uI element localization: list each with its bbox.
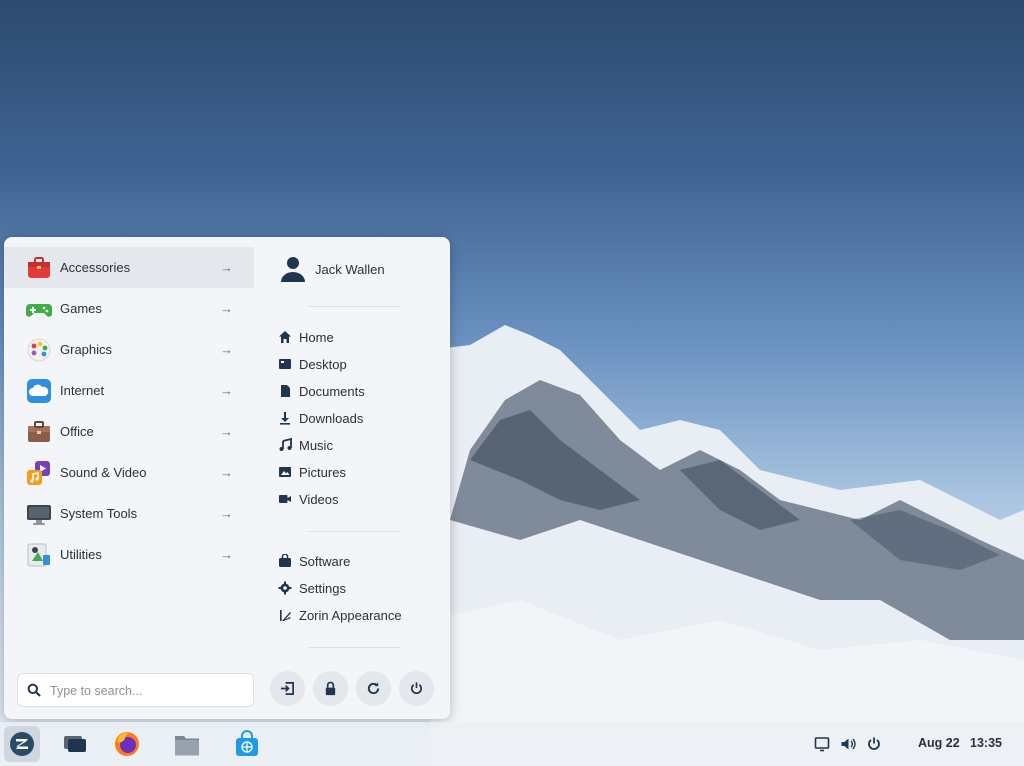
lock-icon: [325, 681, 336, 696]
zorin-menu-icon: [10, 732, 34, 756]
system-software[interactable]: Software: [278, 551, 350, 571]
lock-button[interactable]: [313, 671, 348, 706]
category-system-tools[interactable]: System Tools →: [4, 493, 254, 534]
search-box[interactable]: [17, 673, 254, 707]
place-label: Home: [299, 329, 334, 345]
arrow-right-icon: →: [220, 383, 233, 398]
logout-icon: [280, 682, 294, 695]
separator: [308, 306, 400, 307]
document-icon: [281, 385, 290, 397]
workspaces-button[interactable]: [57, 726, 93, 762]
download-icon: [280, 412, 290, 425]
separator: [308, 531, 400, 532]
video-icon: [279, 495, 291, 503]
picture-icon: [279, 467, 291, 477]
time-label[interactable]: 13:35: [970, 736, 1002, 750]
arrow-right-icon: →: [220, 465, 233, 480]
category-label: Internet: [60, 383, 105, 398]
music-icon: [279, 438, 292, 451]
files-icon: [175, 736, 199, 756]
place-music[interactable]: Music: [278, 435, 333, 455]
category-office[interactable]: Office →: [4, 411, 254, 452]
system-zorin-appearance[interactable]: Zorin Appearance: [278, 605, 402, 625]
category-accessories[interactable]: Accessories →: [4, 247, 254, 288]
place-pictures[interactable]: Pictures: [278, 462, 346, 482]
palette-icon: [27, 338, 51, 362]
arrow-right-icon: →: [220, 424, 233, 439]
category-label: System Tools: [60, 506, 138, 521]
system-label: Zorin Appearance: [299, 607, 402, 623]
home-icon: [279, 331, 291, 343]
firefox-icon: [115, 732, 139, 756]
system-settings[interactable]: Settings: [278, 578, 346, 598]
software-store-button[interactable]: [229, 726, 265, 762]
place-home[interactable]: Home: [278, 327, 334, 347]
restart-button[interactable]: [356, 671, 391, 706]
logout-button[interactable]: [270, 671, 305, 706]
user-avatar-icon: [281, 257, 305, 282]
system-label: Software: [299, 553, 351, 569]
place-videos[interactable]: Videos: [278, 489, 339, 509]
place-downloads[interactable]: Downloads: [278, 408, 363, 428]
arrow-right-icon: →: [220, 342, 233, 357]
files-button[interactable]: [169, 726, 205, 762]
category-list: Accessories → Games → Graphics → Interne…: [4, 247, 254, 575]
place-label: Documents: [299, 383, 365, 399]
firefox-button[interactable]: [109, 726, 145, 762]
system-label: Settings: [299, 580, 346, 596]
software-store-icon: [236, 730, 258, 756]
briefcase-icon: [28, 421, 50, 442]
software-bag-icon: [279, 554, 291, 567]
category-label: Sound & Video: [60, 465, 147, 480]
appearance-icon: [280, 610, 291, 621]
arrow-right-icon: →: [220, 506, 233, 521]
search-input[interactable]: [48, 680, 242, 702]
monitor-icon: [27, 505, 51, 525]
power-icon: [411, 682, 422, 694]
place-desktop[interactable]: Desktop: [278, 354, 347, 374]
category-label: Games: [60, 301, 102, 316]
power-off-button[interactable]: [399, 671, 434, 706]
place-label: Downloads: [299, 410, 364, 426]
taskbar: Aug 22 13:35: [0, 722, 1024, 766]
restart-icon: [367, 682, 380, 695]
category-label: Accessories: [60, 260, 131, 275]
category-graphics[interactable]: Graphics →: [4, 329, 254, 370]
volume-icon[interactable]: [840, 736, 856, 752]
gamepad-icon: [26, 304, 52, 317]
user-account[interactable]: Jack Wallen: [280, 255, 385, 283]
search-icon: [27, 683, 41, 697]
toolbox-icon: [28, 257, 50, 278]
arrow-right-icon: →: [220, 547, 233, 562]
arrow-right-icon: →: [220, 301, 233, 316]
category-label: Office: [60, 424, 94, 439]
cloud-icon: [27, 379, 51, 403]
category-games[interactable]: Games →: [4, 288, 254, 329]
category-internet[interactable]: Internet →: [4, 370, 254, 411]
desktop-icon: [279, 359, 291, 369]
application-menu: Accessories → Games → Graphics → Interne…: [4, 237, 450, 719]
utilities-icon: [27, 543, 50, 567]
user-name: Jack Wallen: [315, 262, 385, 277]
separator: [308, 647, 400, 648]
category-label: Graphics: [60, 342, 113, 357]
place-label: Desktop: [299, 356, 347, 372]
display-icon[interactable]: [814, 736, 830, 752]
gear-icon: [278, 581, 292, 595]
place-label: Videos: [299, 491, 339, 507]
place-documents[interactable]: Documents: [278, 381, 365, 401]
category-sound-video[interactable]: Sound & Video →: [4, 452, 254, 493]
category-utilities[interactable]: Utilities →: [4, 534, 254, 575]
zorin-menu-button[interactable]: [4, 726, 40, 762]
arrow-right-icon: →: [220, 260, 233, 275]
power-icon[interactable]: [866, 736, 882, 752]
date-label[interactable]: Aug 22: [918, 736, 960, 750]
media-icon: [27, 461, 50, 485]
place-label: Music: [299, 437, 333, 453]
category-label: Utilities: [60, 547, 102, 562]
place-label: Pictures: [299, 464, 346, 480]
workspaces-icon: [64, 736, 86, 752]
